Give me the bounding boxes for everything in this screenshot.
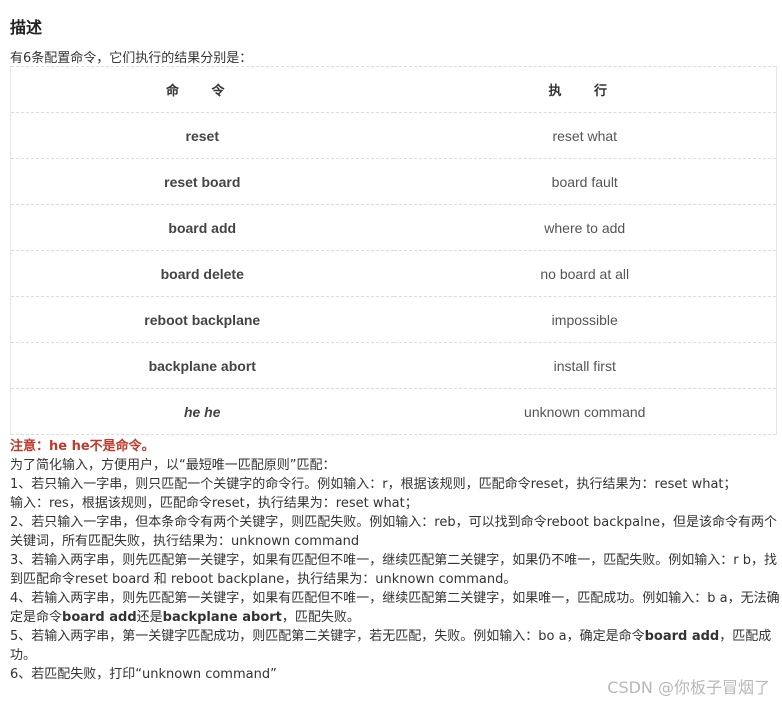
table-row: board add where to add xyxy=(10,204,777,251)
command-table: 命 令 执 行 reset reset what reset board boa… xyxy=(10,66,777,435)
result-cell: where to add xyxy=(393,204,777,251)
table-row: reset reset what xyxy=(10,112,777,159)
command-cell: board add xyxy=(10,204,394,251)
intro-text: 有6条配置命令，它们执行的结果分别是： xyxy=(10,51,253,66)
result-cell: board fault xyxy=(393,158,777,205)
header-result: 执 行 xyxy=(393,66,777,113)
rule-5-text: 5、若输入两字串，第一关键字匹配成功，则匹配第二关键字，若无匹配，失败。例如输入… xyxy=(10,629,645,644)
rule-1-continued: 输入：res，根据该规则，匹配命令reset，执行结果为：reset what； xyxy=(10,496,418,511)
rule-4: 4、若输入两字串，则先匹配第一关键字，如果有匹配但不唯一，继续匹配第二关键字，如… xyxy=(10,589,780,627)
rule-3: 3、若输入两字串，则先匹配第一关键字，如果有匹配但不唯一，继续匹配第二关键字，如… xyxy=(10,553,778,587)
command-cell: reset board xyxy=(10,158,394,205)
header-command: 命 令 xyxy=(10,66,394,113)
rule-2: 2、若只输入一字串，但本条命令有两个关键字，则匹配失败。例如输入：reb，可以找… xyxy=(10,515,777,549)
table-row: reboot backplane impossible xyxy=(10,296,777,343)
note-text: 注意：he he不是命令。 xyxy=(10,439,155,454)
table-row: backplane abort install first xyxy=(10,342,777,389)
command-cell: reboot backplane xyxy=(10,296,394,343)
command-cell: board delete xyxy=(10,250,394,297)
rule-4-bold-command-1: board add xyxy=(62,610,137,625)
result-cell: impossible xyxy=(393,296,777,343)
table-row: board delete no board at all xyxy=(10,250,777,297)
rules-section: 注意：he he不是命令。 为了简化输入，方便用户，以“最短唯一匹配原则”匹配：… xyxy=(10,437,780,684)
command-cell: reset xyxy=(10,112,394,159)
rule-4-text-end: ，匹配失败。 xyxy=(281,610,360,625)
table-row: reset board board fault xyxy=(10,158,777,205)
result-cell: unknown command xyxy=(393,388,777,435)
command-cell: backplane abort xyxy=(10,342,394,389)
table-row: he he unknown command xyxy=(10,388,777,435)
table-header-row: 命 令 执 行 xyxy=(10,66,777,113)
rule-4-bold-command-2: backplane abort xyxy=(162,610,282,625)
rule-5: 5、若输入两字串，第一关键字匹配成功，则匹配第二关键字，若无匹配，失败。例如输入… xyxy=(10,627,780,665)
command-cell: he he xyxy=(10,388,394,435)
result-cell: no board at all xyxy=(393,250,777,297)
result-cell: install first xyxy=(393,342,777,389)
result-cell: reset what xyxy=(393,112,777,159)
rule-4-text-mid: 还是 xyxy=(136,610,163,625)
rule-5-bold-command: board add xyxy=(644,629,720,644)
rules-intro: 为了简化输入，方便用户，以“最短唯一匹配原则”匹配： xyxy=(10,458,336,473)
section-heading: 描述 xyxy=(10,18,43,37)
rule-1: 1、若只输入一字串，则只匹配一个关键字的命令行。例如输入：r，根据该规则，匹配命… xyxy=(10,477,737,492)
csdn-watermark: CSDN @你板子冒烟了 xyxy=(607,678,770,697)
